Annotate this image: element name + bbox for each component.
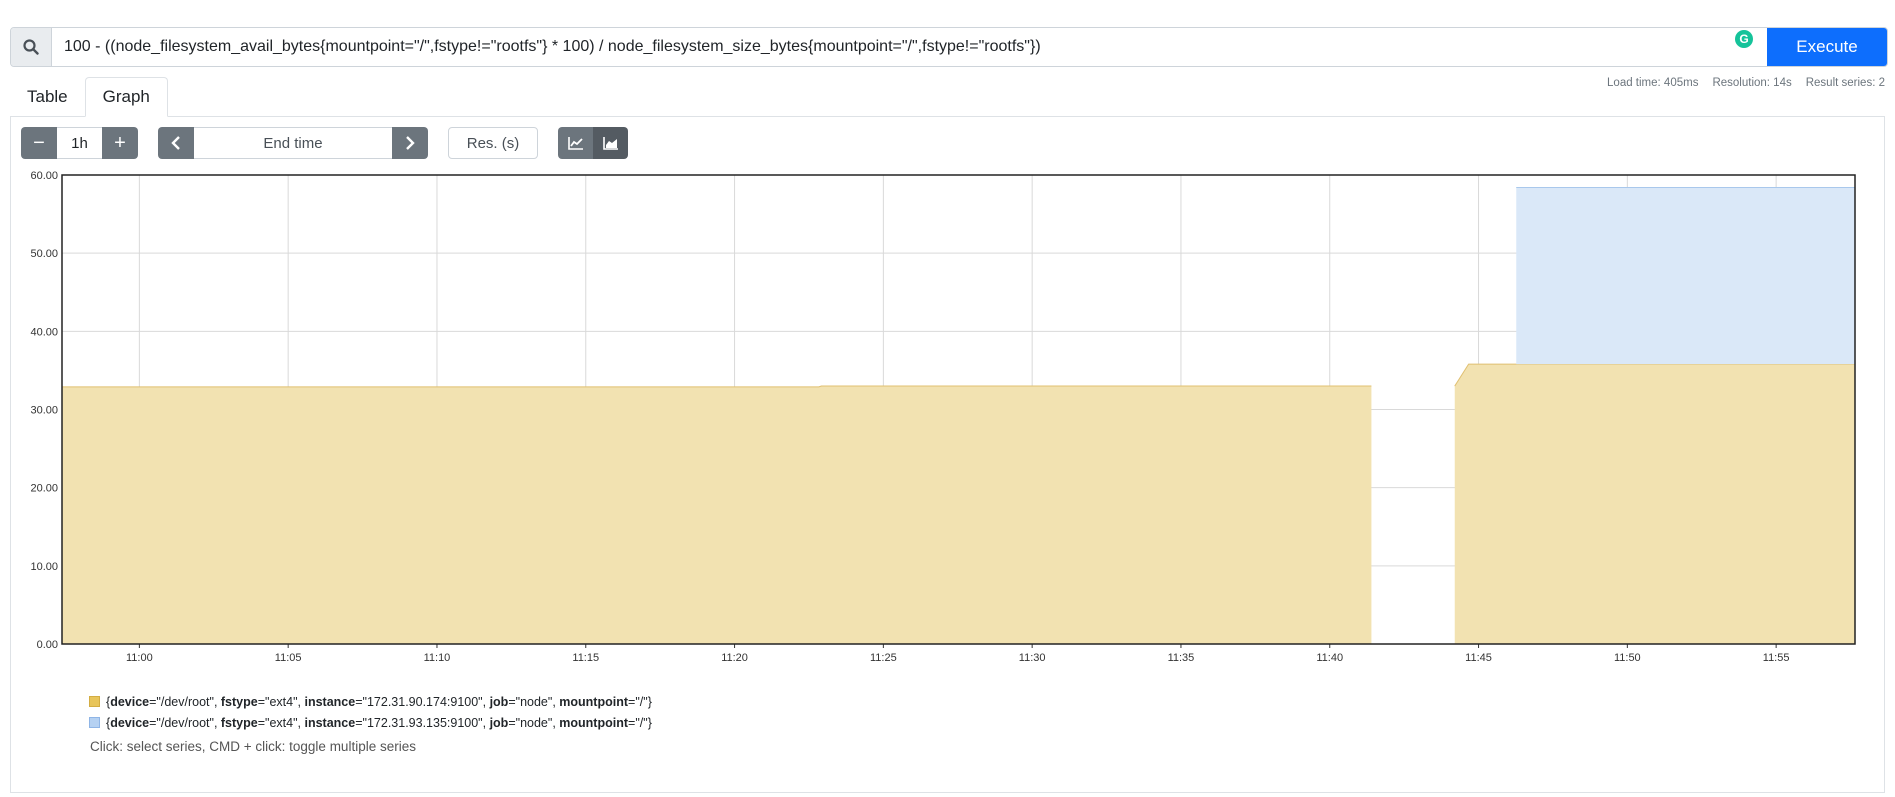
- x-tick-label: 11:25: [870, 652, 897, 664]
- y-tick-label: 40.00: [30, 326, 58, 338]
- y-tick-label: 50.00: [30, 248, 58, 260]
- series-2-swatch: [89, 717, 100, 728]
- x-tick-label: 11:45: [1465, 652, 1492, 664]
- x-tick-label: 11:35: [1168, 652, 1195, 664]
- legend-hint: Click: select series, CMD + click: toggl…: [90, 739, 416, 754]
- x-tick-label: 11:40: [1316, 652, 1343, 664]
- x-tick-label: 11:50: [1614, 652, 1641, 664]
- legend-label: {device="/dev/root", fstype="ext4", inst…: [106, 715, 652, 730]
- graph-chart[interactable]: 0.00 10.00 20.00 30.00 40.00 50.00 60.00 11:00 1…: [0, 0, 1895, 797]
- y-tick-label: 30.00: [30, 405, 58, 417]
- x-tick-label: 11:30: [1019, 652, 1046, 664]
- series-1-area: [62, 386, 1372, 644]
- y-tick-label: 0.00: [37, 639, 58, 651]
- y-tick-label: 60.00: [30, 170, 58, 182]
- tab-graph[interactable]: Graph: [84, 77, 168, 117]
- series-legend: {device="/dev/root", fstype="ext4", inst…: [89, 691, 652, 733]
- legend-item[interactable]: {device="/dev/root", fstype="ext4", inst…: [89, 712, 652, 733]
- y-tick-label: 10.00: [30, 561, 58, 573]
- x-tick-label: 11:10: [424, 652, 451, 664]
- series-2-area: [1516, 187, 1855, 365]
- series-1-area: [1454, 364, 1855, 644]
- series-1-swatch: [89, 696, 100, 707]
- legend-item[interactable]: {device="/dev/root", fstype="ext4", inst…: [89, 691, 652, 712]
- legend-label: {device="/dev/root", fstype="ext4", inst…: [106, 694, 652, 709]
- x-tick-label: 11:05: [275, 652, 302, 664]
- x-tick-label: 11:00: [126, 652, 153, 664]
- x-tick-label: 11:20: [721, 652, 748, 664]
- x-tick-label: 11:15: [572, 652, 599, 664]
- x-tick-label: 11:55: [1763, 652, 1790, 664]
- y-tick-label: 20.00: [30, 483, 58, 495]
